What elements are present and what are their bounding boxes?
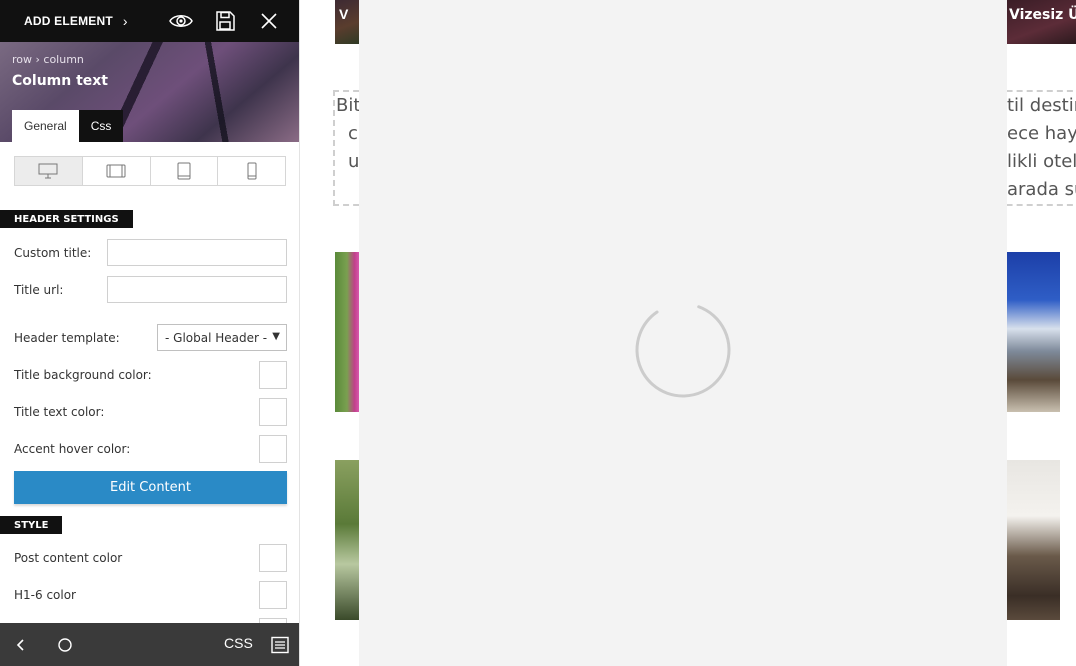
- title-text-color-label: Title text color:: [14, 405, 105, 419]
- custom-title-label: Custom title:: [14, 246, 92, 260]
- caret-down-icon: ▼: [272, 331, 280, 342]
- gallery-image: [1007, 460, 1060, 620]
- loading-spinner-icon: [635, 302, 731, 398]
- edit-content-button[interactable]: Edit Content: [14, 471, 287, 504]
- custom-title-input[interactable]: [107, 239, 287, 266]
- section-style: STYLE: [0, 516, 63, 534]
- title-url-label: Title url:: [14, 283, 64, 297]
- add-element-button[interactable]: ADD ELEMENT ›: [24, 0, 128, 42]
- h1-6-color-swatch[interactable]: [259, 581, 287, 609]
- header-template-label: Header template:: [14, 331, 120, 345]
- header-template-select[interactable]: - Global Header - ▼: [157, 324, 287, 351]
- tab-general[interactable]: General: [12, 110, 79, 142]
- panel-tabs: General Css: [12, 110, 124, 142]
- eye-icon[interactable]: [169, 9, 193, 33]
- desktop-icon: [38, 163, 58, 179]
- text-fragment-right: til destin: [1007, 95, 1076, 116]
- device-switcher: [14, 156, 286, 186]
- back-icon[interactable]: [10, 634, 32, 656]
- text-fragment-right: ece hay: [1007, 123, 1076, 144]
- add-element-label: ADD ELEMENT: [24, 14, 113, 28]
- close-icon[interactable]: [257, 9, 281, 33]
- tab-css[interactable]: Css: [78, 110, 124, 142]
- circle-icon[interactable]: [54, 634, 76, 656]
- text-fragment-left: Bit: [336, 95, 361, 116]
- tablet-landscape-icon: [106, 164, 126, 178]
- text-fragment-right: arada su: [1007, 179, 1076, 200]
- accent-hover-color-swatch[interactable]: [259, 435, 287, 463]
- section-header-settings: HEADER SETTINGS: [0, 210, 133, 228]
- text-fragment-left: c: [348, 123, 358, 144]
- panel-hero-header: row › column Column text General Css: [0, 42, 299, 142]
- text-fragment-right: likli otel: [1007, 151, 1076, 172]
- panel-bottom-bar: CSS: [0, 623, 299, 666]
- h1-6-color-label: H1-6 color: [14, 588, 76, 602]
- hero-thumbnail-left-text: V: [339, 6, 349, 22]
- device-tablet-landscape-button[interactable]: [83, 157, 151, 185]
- chevron-right-icon: ›: [122, 13, 128, 29]
- loading-overlay: [359, 0, 1007, 666]
- header-template-value: - Global Header -: [165, 330, 268, 345]
- menu-icon[interactable]: [269, 634, 291, 656]
- device-mobile-button[interactable]: [218, 157, 285, 185]
- breadcrumb[interactable]: row › column: [12, 53, 84, 66]
- mobile-icon: [247, 162, 257, 180]
- element-title: Column text: [12, 73, 108, 89]
- text-fragment-left: u: [348, 151, 360, 172]
- title-background-color-swatch[interactable]: [259, 361, 287, 389]
- element-editor-panel: ADD ELEMENT › row › column Column text G…: [0, 0, 300, 666]
- gallery-image: [1007, 252, 1060, 412]
- post-content-color-label: Post content color: [14, 551, 123, 565]
- hero-thumbnail-right-text: Vizesiz Ül: [1009, 7, 1076, 23]
- title-text-color-swatch[interactable]: [259, 398, 287, 426]
- hero-thumbnail-right: Vizesiz Ül: [1007, 0, 1076, 44]
- title-url-input[interactable]: [107, 276, 287, 303]
- device-desktop-button[interactable]: [15, 157, 83, 185]
- post-content-color-swatch[interactable]: [259, 544, 287, 572]
- tablet-portrait-icon: [177, 162, 191, 180]
- device-tablet-portrait-button[interactable]: [151, 157, 219, 185]
- save-icon[interactable]: [213, 9, 237, 33]
- accent-hover-color-label: Accent hover color:: [14, 442, 131, 456]
- css-button[interactable]: CSS: [224, 635, 253, 651]
- panel-toolbar: ADD ELEMENT ›: [0, 0, 299, 42]
- title-background-color-label: Title background color:: [14, 368, 152, 382]
